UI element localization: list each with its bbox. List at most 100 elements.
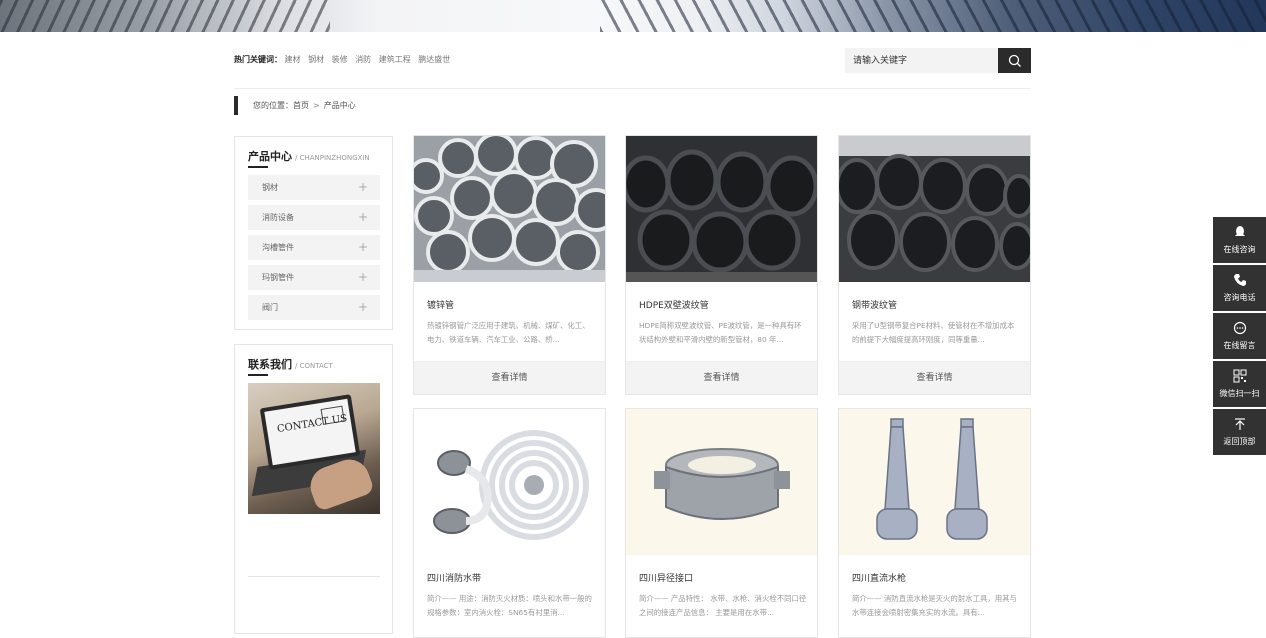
contact-us-image-text: CONTACT US bbox=[276, 413, 348, 436]
contact-us-image[interactable]: CONTACT US bbox=[248, 383, 380, 514]
floating-service-bar: 在线咨询 咨询电话 在线留言 微信扫一扫 返回顶部 bbox=[1213, 217, 1266, 457]
product-title[interactable]: 四川直流水枪 bbox=[852, 571, 906, 584]
online-message-button[interactable]: 在线留言 bbox=[1213, 313, 1266, 359]
product-description: 热镀锌钢管广泛应用于建筑、机械、煤矿、化工、电力、铁道车辆、汽车工业、公路、桥.… bbox=[427, 321, 590, 344]
float-label: 在线留言 bbox=[1223, 341, 1256, 350]
back-to-top-button[interactable]: 返回顶部 bbox=[1213, 409, 1266, 455]
breadcrumb-label: 您的位置： bbox=[253, 101, 293, 110]
banner-building-left bbox=[0, 0, 330, 32]
panel-title: 产品中心 / CHANPINZHONGXIN bbox=[248, 148, 370, 164]
reducing-coupling-illustration bbox=[626, 409, 817, 555]
product-image-reducing-coupling[interactable] bbox=[626, 409, 817, 555]
banner-building-right bbox=[600, 0, 1266, 32]
category-label: 阀门 bbox=[262, 303, 278, 312]
category-label: 消防设备 bbox=[262, 213, 294, 222]
breadcrumb-home-link[interactable]: 首页 bbox=[293, 101, 309, 110]
hot-keyword-link[interactable]: 建材 bbox=[285, 55, 301, 64]
qq-icon bbox=[1213, 225, 1266, 241]
hot-keywords-title: 热门关键词： bbox=[234, 55, 282, 64]
galvanized-pipes-illustration bbox=[414, 136, 605, 282]
hot-keyword-link[interactable]: 钢材 bbox=[308, 55, 324, 64]
product-card[interactable]: 镀锌管 热镀锌钢管广泛应用于建筑、机械、煤矿、化工、电力、铁道车辆、汽车工业、公… bbox=[413, 135, 606, 395]
hot-keywords-bar: 热门关键词： 建材 钢材 装修 消防 建筑工程 鹏达盛世 bbox=[234, 48, 1031, 73]
search-input[interactable] bbox=[845, 48, 998, 73]
product-description: 简介—— 消防直流水枪是灭火的射水工具，用其与水带连接会喷射密集充实的水流。具有… bbox=[852, 594, 1017, 617]
hot-keyword-link[interactable]: 消防 bbox=[355, 55, 371, 64]
float-label: 返回顶部 bbox=[1223, 437, 1256, 446]
search-icon bbox=[1008, 54, 1021, 67]
hot-keywords: 热门关键词： 建材 钢材 装修 消防 建筑工程 鹏达盛世 bbox=[234, 54, 455, 65]
category-item-groove-fittings[interactable]: 沟槽管件 + bbox=[248, 235, 380, 260]
search-box bbox=[845, 48, 1031, 73]
panel-title-text: 产品中心 bbox=[248, 150, 292, 163]
hdpe-pipes-illustration bbox=[626, 136, 817, 282]
product-title[interactable]: 四川消防水带 bbox=[427, 571, 481, 584]
product-image-steel-corrugated-pipe[interactable] bbox=[839, 136, 1030, 282]
divider bbox=[248, 576, 380, 577]
panel-subtitle: / CHANPINZHONGXIN bbox=[295, 154, 370, 162]
category-label: 钢材 bbox=[262, 183, 278, 192]
product-title[interactable]: 钢带波纹管 bbox=[852, 298, 897, 311]
fire-hose-illustration bbox=[414, 409, 605, 555]
phone-consult-button[interactable]: 咨询电话 bbox=[1213, 265, 1266, 311]
contact-panel: 联系我们 / CONTACT CONTACT US bbox=[234, 344, 393, 634]
panel-title-text: 联系我们 bbox=[248, 358, 292, 371]
product-image-galvanized-pipe[interactable] bbox=[414, 136, 605, 282]
message-icon bbox=[1213, 321, 1266, 337]
float-label: 咨询电话 bbox=[1223, 293, 1256, 302]
view-details-button[interactable]: 查看详情 bbox=[626, 361, 817, 394]
category-item-valves[interactable]: 阀门 + bbox=[248, 295, 380, 320]
online-consult-button[interactable]: 在线咨询 bbox=[1213, 217, 1266, 263]
wechat-scan-button[interactable]: 微信扫一扫 bbox=[1213, 361, 1266, 407]
laptop-screen: CONTACT US bbox=[264, 398, 356, 466]
product-card[interactable]: 四川消防水带 简介—— 用途：消防灭火材质：喷头和水带一般的规格参数：室内消火栓… bbox=[413, 408, 606, 638]
product-image-straight-nozzle[interactable] bbox=[839, 409, 1030, 555]
corrugated-pipes-illustration bbox=[839, 136, 1030, 282]
product-title[interactable]: 镀锌管 bbox=[427, 298, 454, 311]
product-description: 简介—— 用途：消防灭火材质：喷头和水带一般的规格参数：室内消火栓：SN65有衬… bbox=[427, 594, 592, 617]
phone-icon bbox=[1213, 273, 1266, 289]
category-item-steel[interactable]: 钢材 + bbox=[248, 175, 380, 200]
view-details-button[interactable]: 查看详情 bbox=[839, 361, 1030, 394]
back-to-top-icon bbox=[1213, 417, 1266, 433]
product-card[interactable]: HDPE双壁波纹管 HDPE简称双壁波纹管、PE波纹管，是一种具有环状结构外壁和… bbox=[625, 135, 818, 395]
product-card[interactable]: 四川直流水枪 简介—— 消防直流水枪是灭火的射水工具，用其与水带连接会喷射密集充… bbox=[838, 408, 1031, 638]
qrcode-icon bbox=[1213, 369, 1266, 385]
float-label: 微信扫一扫 bbox=[1219, 389, 1260, 398]
category-item-malleable-fittings[interactable]: 玛钢管件 + bbox=[248, 265, 380, 290]
search-button[interactable] bbox=[998, 48, 1031, 73]
product-card[interactable]: 钢带波纹管 采用了U型钢带复合PE材料、使管材在不增加成本的前提下大幅度提高环刚… bbox=[838, 135, 1031, 395]
hot-keyword-link[interactable]: 装修 bbox=[332, 55, 348, 64]
expand-plus-icon[interactable]: + bbox=[358, 205, 368, 230]
panel-title: 联系我们 / CONTACT bbox=[248, 356, 333, 372]
divider bbox=[234, 88, 1031, 89]
product-card[interactable]: 四川异径接口 简介—— 产品特性： 水带、水枪、消火栓不同口径之间的接连产品信息… bbox=[625, 408, 818, 638]
product-title[interactable]: 四川异径接口 bbox=[639, 571, 693, 584]
product-description: 简介—— 产品特性： 水带、水枪、消火栓不同口径之间的接连产品信息： 主要是用在… bbox=[639, 594, 807, 617]
breadcrumb-current-link[interactable]: 产品中心 bbox=[324, 101, 356, 110]
product-description: 采用了U型钢带复合PE材料、使管材在不增加成本的前提下大幅度提高环刚度，同等重量… bbox=[852, 321, 1015, 344]
breadcrumb: 您的位置：首页 > 产品中心 bbox=[234, 96, 356, 115]
panel-subtitle: / CONTACT bbox=[295, 362, 333, 370]
product-title[interactable]: HDPE双壁波纹管 bbox=[639, 298, 709, 311]
breadcrumb-separator: > bbox=[313, 101, 320, 110]
category-label: 玛钢管件 bbox=[262, 273, 294, 282]
float-label: 在线咨询 bbox=[1223, 245, 1256, 254]
hot-keyword-link[interactable]: 建筑工程 bbox=[379, 55, 411, 64]
category-item-fire-equipment[interactable]: 消防设备 + bbox=[248, 205, 380, 230]
title-underline bbox=[248, 166, 268, 168]
product-category-panel: 产品中心 / CHANPINZHONGXIN 钢材 + 消防设备 + 沟槽管件 +… bbox=[234, 136, 393, 330]
category-label: 沟槽管件 bbox=[262, 243, 294, 252]
expand-plus-icon[interactable]: + bbox=[358, 235, 368, 260]
expand-plus-icon[interactable]: + bbox=[358, 265, 368, 290]
product-image-hdpe-pipe[interactable] bbox=[626, 136, 817, 282]
view-details-button[interactable]: 查看详情 bbox=[414, 361, 605, 394]
expand-plus-icon[interactable]: + bbox=[358, 175, 368, 200]
title-underline bbox=[248, 374, 268, 376]
top-banner-image bbox=[0, 0, 1266, 32]
nozzle-illustration bbox=[839, 409, 1030, 555]
product-description: HDPE简称双壁波纹管、PE波纹管，是一种具有环状结构外壁和平滑内壁的新型管材，… bbox=[639, 321, 802, 344]
hot-keyword-link[interactable]: 鹏达盛世 bbox=[418, 55, 450, 64]
expand-plus-icon[interactable]: + bbox=[358, 295, 368, 320]
product-image-fire-hose[interactable] bbox=[414, 409, 605, 555]
